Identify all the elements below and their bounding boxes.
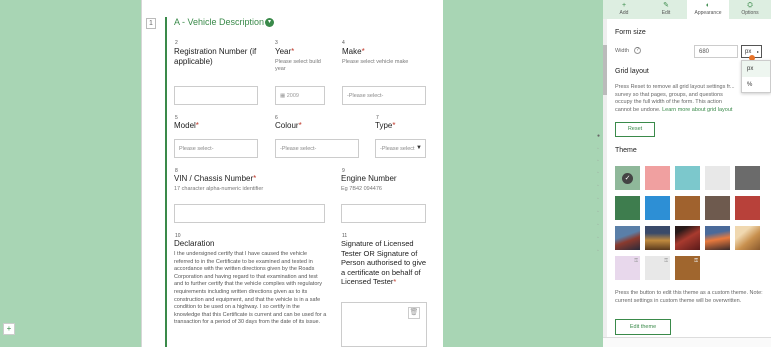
question-label: Engine Number xyxy=(341,174,397,183)
theme-swatch-image[interactable] xyxy=(735,226,760,250)
question-hint: Please select vehicle make xyxy=(342,59,409,65)
caret-down-icon: ▼ xyxy=(416,145,422,151)
theme-swatch[interactable] xyxy=(735,166,760,190)
width-label: Width xyxy=(615,48,630,54)
add-question-icon[interactable]: + xyxy=(3,323,15,335)
calendar-icon: ▦ xyxy=(280,93,287,99)
nav-dot[interactable]: ● xyxy=(597,133,600,139)
type-select[interactable]: -Please select ▼ xyxy=(375,139,426,158)
grid-layout-link[interactable]: Learn more about grid layout xyxy=(662,107,732,113)
nav-dot[interactable]: ◦ xyxy=(597,235,599,241)
theme-swatch-image[interactable] xyxy=(645,226,670,250)
question-hint: 17 character alpha-numeric identifier xyxy=(174,186,264,192)
nav-dot[interactable]: ◦ xyxy=(597,158,599,164)
nav-dot[interactable]: ◦ xyxy=(597,209,599,215)
gear-icon: ⛭ xyxy=(747,2,753,9)
caret-down-icon: ▸ xyxy=(756,49,759,54)
check-circle-icon: ✓ xyxy=(622,172,633,184)
model-select[interactable]: Please select- xyxy=(174,139,258,158)
grid-layout-heading: Grid layout xyxy=(615,68,649,75)
make-select[interactable]: -Please select- xyxy=(342,86,426,105)
theme-swatch[interactable]: ⚿ xyxy=(645,256,670,280)
question-number: 4 xyxy=(342,40,345,46)
registration-number-input[interactable] xyxy=(174,86,258,105)
unit-option-px[interactable]: px xyxy=(742,61,770,77)
tab-appearance[interactable]: ◐ Appearance xyxy=(687,0,729,19)
width-input[interactable]: 680 xyxy=(694,45,738,58)
theme-swatch[interactable] xyxy=(615,196,640,220)
page-number: 1 xyxy=(146,18,156,29)
nav-dot[interactable]: ◦ xyxy=(597,196,599,202)
help-icon[interactable]: ? xyxy=(634,47,641,54)
question-label: Make* xyxy=(342,47,365,56)
question-label: Registration Number (if applicable) xyxy=(174,47,257,66)
tab-add[interactable]: + Add xyxy=(603,0,645,19)
nav-dot[interactable]: ◦ xyxy=(597,170,599,176)
question-hint: Please select build year xyxy=(275,59,321,72)
theme-swatch[interactable]: ⚿ xyxy=(615,256,640,280)
theme-swatch-image[interactable] xyxy=(615,226,640,250)
theme-swatch[interactable] xyxy=(735,196,760,220)
pencil-icon: ✎ xyxy=(663,2,669,9)
section-selected-bar xyxy=(165,17,167,347)
theme-description: Press the button to edit this theme as a… xyxy=(615,290,763,304)
theme-swatch[interactable]: ⚿ xyxy=(675,256,700,280)
question-number: 2 xyxy=(175,40,178,46)
tab-edit[interactable]: ✎ Edit xyxy=(645,0,687,19)
theme-row: ✓ xyxy=(615,166,760,190)
question-number: 3 xyxy=(275,40,278,46)
canvas-margin-right xyxy=(443,0,603,347)
theme-swatch-image[interactable] xyxy=(675,226,700,250)
section-title[interactable]: A - Vehicle Description xyxy=(174,17,264,27)
theme-row xyxy=(615,196,760,220)
question-label: Declaration xyxy=(174,239,215,248)
grid-layout-description: Press Reset to remove all grid layout se… xyxy=(615,84,735,113)
edit-theme-button[interactable]: Edit theme xyxy=(615,319,671,335)
nav-dot[interactable]: ◦ xyxy=(597,248,599,254)
chevron-down-icon[interactable]: ▾ xyxy=(265,18,274,27)
unit-dropdown: px % xyxy=(741,60,771,93)
trash-icon[interactable]: 🗑 xyxy=(408,307,420,319)
panel-scrollbar-thumb[interactable] xyxy=(603,45,607,95)
engine-number-input[interactable] xyxy=(341,204,426,223)
theme-heading: Theme xyxy=(615,147,637,154)
theme-swatch[interactable] xyxy=(705,166,730,190)
theme-row: ⚿ ⚿ ⚿ xyxy=(615,256,700,280)
nav-dot[interactable]: ◦ xyxy=(597,183,599,189)
question-label: Model* xyxy=(174,121,199,130)
question-label: Colour* xyxy=(275,121,302,130)
canvas-margin-left xyxy=(0,0,141,347)
question-label: Year* xyxy=(275,47,295,56)
theme-row xyxy=(615,226,760,250)
panel-tabs: + Add ✎ Edit ◐ Appearance ⛭ Options xyxy=(603,0,771,19)
declaration-text: I the undersigned certify that I have ca… xyxy=(174,251,327,326)
year-input[interactable]: ▦ 2009 xyxy=(275,86,325,105)
theme-swatch[interactable] xyxy=(675,196,700,220)
nav-dot[interactable]: ◦ xyxy=(597,222,599,228)
theme-swatch-selected[interactable]: ✓ xyxy=(615,166,640,190)
nav-dot[interactable]: ◦ xyxy=(597,146,599,152)
vin-input[interactable] xyxy=(174,204,325,223)
question-label: Type* xyxy=(375,121,396,130)
theme-swatch[interactable] xyxy=(705,196,730,220)
theme-swatch[interactable] xyxy=(645,166,670,190)
tab-options[interactable]: ⛭ Options xyxy=(729,0,771,19)
reset-button[interactable]: Reset xyxy=(615,122,655,137)
theme-swatch-image[interactable] xyxy=(705,226,730,250)
unit-option-percent[interactable]: % xyxy=(742,77,770,93)
colour-select[interactable]: -Please select- xyxy=(275,139,359,158)
palette-icon: ◐ xyxy=(705,2,711,9)
plus-icon: + xyxy=(621,2,627,9)
form-size-heading: Form size xyxy=(615,29,646,36)
question-label: Signature of Licensed Tester OR Signatur… xyxy=(341,239,427,287)
question-label: VIN / Chassis Number* xyxy=(174,174,257,183)
question-hint: Eg 7B42 094476 xyxy=(341,186,382,192)
theme-swatch[interactable] xyxy=(675,166,700,190)
panel-footer xyxy=(603,337,771,347)
theme-swatch[interactable] xyxy=(645,196,670,220)
